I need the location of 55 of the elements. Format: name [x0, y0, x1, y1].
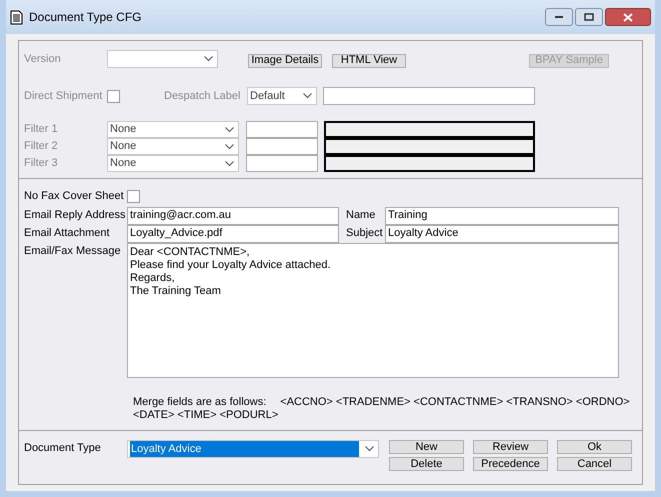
input-field[interactable]: [323, 87, 535, 105]
document-icon: [10, 10, 23, 24]
input-field[interactable]: Loyalty_Advice.pdf: [127, 224, 339, 242]
field-label: Version: [24, 52, 62, 67]
message-line: Please find your Loyalty Advice attached.: [130, 258, 331, 272]
chevron-down-icon: [365, 446, 374, 452]
version-dropdown[interactable]: [107, 50, 218, 68]
field-label: Direct Shipment: [24, 88, 104, 104]
minimize-icon: [554, 15, 564, 19]
close-button[interactable]: [605, 8, 651, 26]
merge-label: Merge fields are as follows:: [133, 396, 266, 408]
input-field[interactable]: [246, 138, 318, 155]
chevron-down-icon: [225, 126, 234, 132]
checkbox[interactable]: [127, 190, 140, 203]
field-label: Name: [346, 208, 376, 224]
message-line: Dear <CONTACTNME>,: [130, 246, 250, 258]
merge-fields: <DATE> <TIME> <PODURL>: [133, 408, 278, 422]
button[interactable]: New: [389, 440, 464, 454]
minimize-button[interactable]: [545, 8, 573, 26]
input-field[interactable]: [324, 155, 535, 172]
input-field[interactable]: [324, 138, 535, 155]
input-field[interactable]: Training: [385, 206, 619, 224]
merge-fields: <ACCNO> <TRADENME> <CONTACTNME> <TRANSNO> <ORDNO>: [280, 396, 630, 408]
button[interactable]: Delete: [389, 457, 464, 471]
message-line: The Training Team: [130, 284, 221, 298]
button[interactable]: Precedence: [473, 457, 548, 471]
chevron-down-icon: [225, 144, 234, 150]
maximize-button[interactable]: [575, 8, 603, 26]
button[interactable]: Cancel: [557, 457, 632, 471]
window-title: Document Type CFG: [29, 9, 142, 26]
button[interactable]: Review: [473, 440, 548, 454]
chevron-down-icon: [303, 93, 312, 99]
input-field[interactable]: [246, 155, 318, 172]
field-label: Filter 3: [24, 156, 59, 172]
message-line: Regards,: [130, 272, 175, 284]
close-icon: [623, 12, 633, 22]
button[interactable]: Ok: [557, 440, 632, 454]
field-label: Filter 1: [24, 122, 59, 138]
input-field[interactable]: training@acr.com.au: [127, 206, 339, 224]
field-label: Email Reply Address: [24, 208, 126, 224]
message-textarea[interactable]: Dear <CONTACTNME>, Please find your Loyalty Advice attached. Regards, The Training Team: [127, 242, 619, 378]
field-label: Filter 2: [24, 139, 59, 154]
field-label: Document Type: [24, 441, 102, 456]
field-label: Email Attachment: [24, 226, 111, 242]
input-field[interactable]: Loyalty Advice: [385, 224, 619, 242]
chevron-down-icon: [204, 56, 213, 62]
input-field[interactable]: [324, 121, 535, 138]
document-type-dropdown[interactable]: Loyalty Advice: [127, 440, 379, 458]
maximize-icon: [584, 13, 594, 21]
field-label: No Fax Cover Sheet: [24, 189, 125, 204]
chevron-down-icon: [225, 160, 234, 166]
field-label: Subject: [346, 226, 384, 242]
input-field[interactable]: [246, 121, 318, 138]
field-label: Email/Fax Message: [24, 244, 122, 258]
field-label: Despatch Label: [164, 88, 242, 104]
